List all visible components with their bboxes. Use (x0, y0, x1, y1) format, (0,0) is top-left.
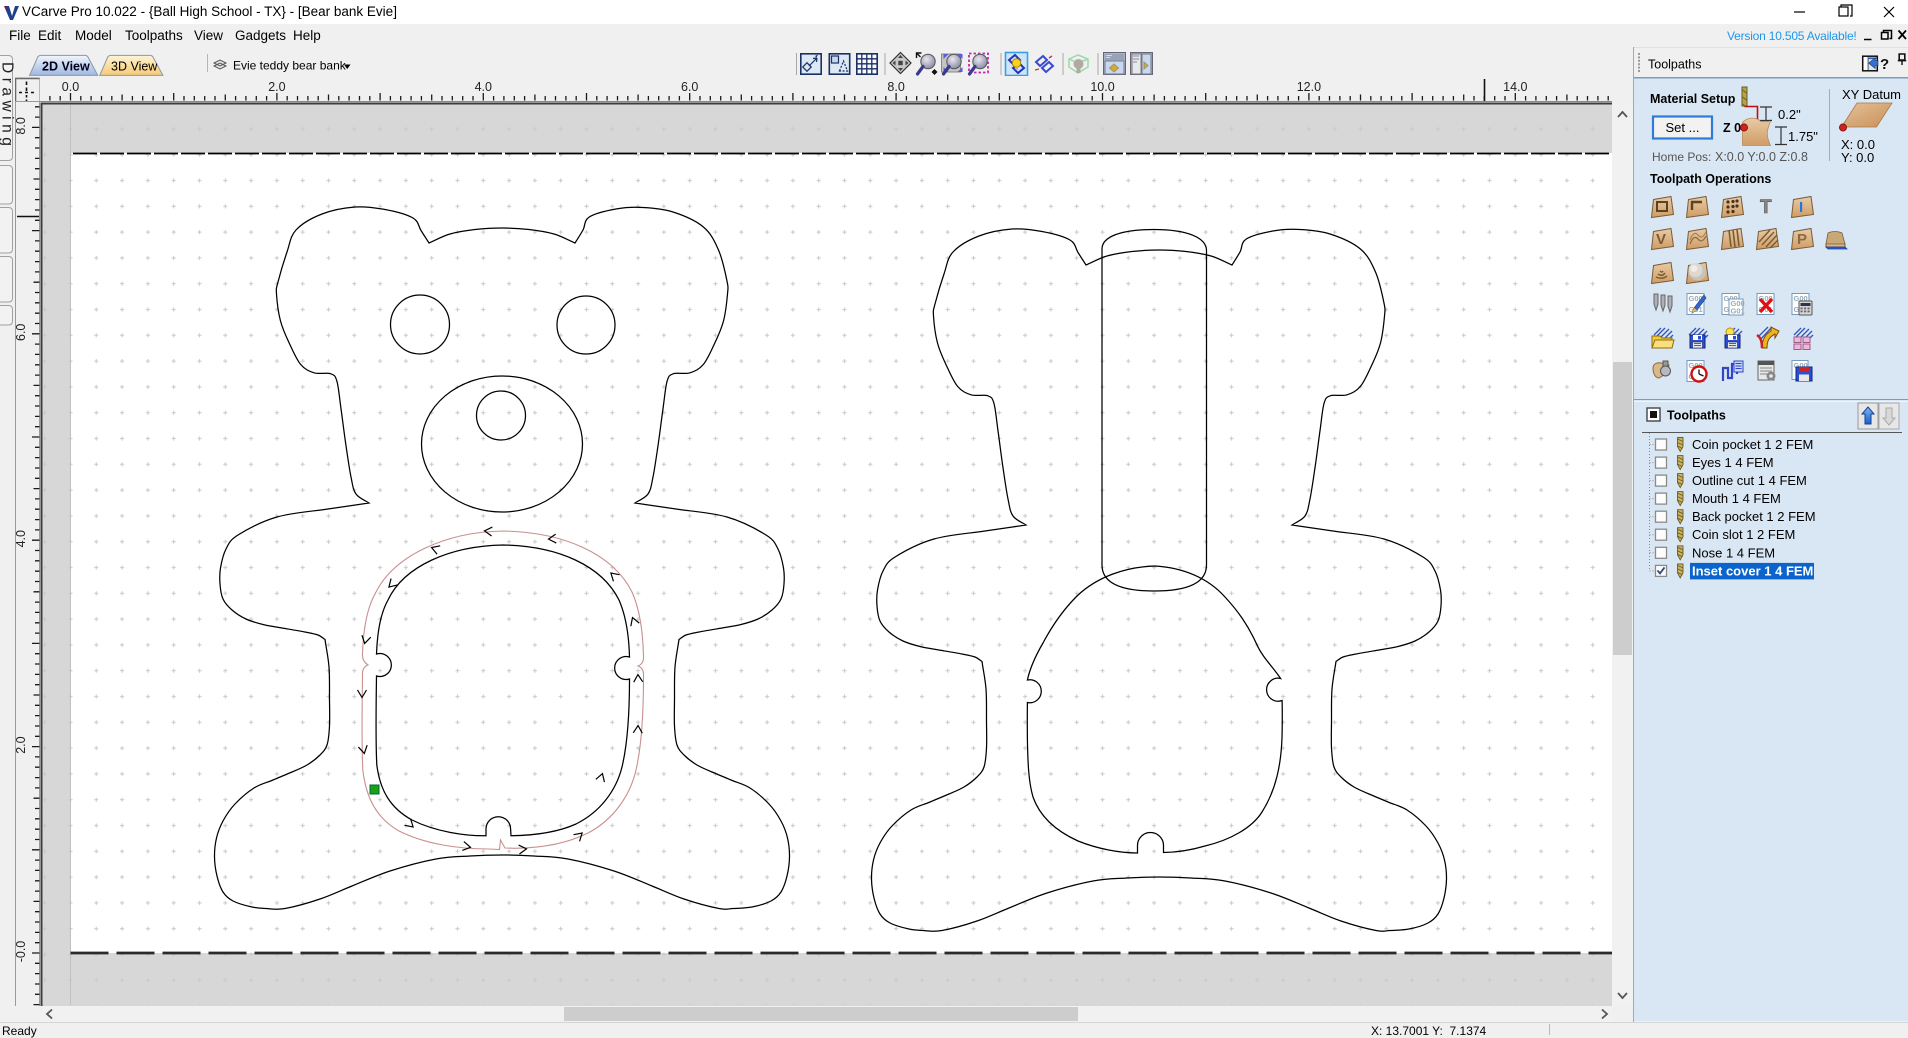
svg-text:8.0: 8.0 (887, 80, 904, 94)
svg-text:4.0: 4.0 (475, 80, 492, 94)
svg-text:P: P (1797, 231, 1807, 248)
svg-text:1.75": 1.75" (1788, 129, 1818, 144)
svg-text:Toolpaths: Toolpaths (1667, 409, 1726, 423)
svg-text:6.0: 6.0 (681, 80, 698, 94)
svg-text:0.2": 0.2" (1778, 107, 1801, 122)
svg-text:Material Setup: Material Setup (1650, 92, 1736, 106)
svg-text:I: I (1799, 199, 1803, 216)
svg-text:Eyes 1 4 FEM: Eyes 1 4 FEM (1692, 455, 1774, 470)
svg-text:Inset cover 1 4 FEM: Inset cover 1 4 FEM (1692, 563, 1813, 578)
svg-text:-0.0: -0.0 (15, 941, 28, 963)
svg-text:14.0: 14.0 (1503, 80, 1527, 94)
svg-text:2D View: 2D View (42, 60, 90, 74)
svg-text:Outline cut 1 4 FEM: Outline cut 1 4 FEM (1692, 473, 1807, 488)
svg-text:T: T (1760, 197, 1772, 218)
svg-text:2.0: 2.0 (15, 736, 28, 753)
svg-text:Mouth 1 4 FEM: Mouth 1 4 FEM (1692, 491, 1781, 506)
svg-text:Nose 1 4 FEM: Nose 1 4 FEM (1692, 545, 1775, 560)
svg-text:10.0: 10.0 (1090, 80, 1114, 94)
svg-text:Set ...: Set ... (1666, 120, 1700, 135)
svg-text:Coin pocket 1 2 FEM: Coin pocket 1 2 FEM (1692, 437, 1813, 452)
svg-text:Home Pos:: Home Pos: (1652, 150, 1711, 164)
svg-text:Back pocket 1 2 FEM: Back pocket 1 2 FEM (1692, 509, 1816, 524)
svg-text:XY Datum: XY Datum (1842, 87, 1901, 102)
svg-text:Y: 0.0: Y: 0.0 (1841, 150, 1874, 165)
svg-text:Z 0: Z 0 (1723, 121, 1741, 135)
svg-text:12.0: 12.0 (1297, 80, 1321, 94)
svg-text:X:0.0 Y:0.0 Z:0.8: X:0.0 Y:0.0 Z:0.8 (1715, 150, 1808, 164)
svg-text:?: ? (1880, 56, 1889, 73)
svg-text:8.0: 8.0 (15, 117, 28, 134)
svg-text:Toolpath Operations: Toolpath Operations (1650, 172, 1771, 186)
svg-text:6.0: 6.0 (15, 324, 28, 341)
svg-text:Coin slot 1 2 FEM: Coin slot 1 2 FEM (1692, 527, 1795, 542)
svg-text:Drawing: Drawing (0, 62, 15, 150)
svg-text:2.0: 2.0 (268, 80, 285, 94)
svg-text:3D View: 3D View (111, 60, 158, 74)
svg-text:G01: G01 (1731, 307, 1745, 316)
svg-text:4.0: 4.0 (15, 530, 28, 547)
svg-text:0.0: 0.0 (62, 80, 79, 94)
svg-text:Toolpaths: Toolpaths (1648, 58, 1702, 72)
svg-text:Evie teddy bear bank: Evie teddy bear bank (233, 59, 347, 73)
svg-text:V: V (1656, 231, 1666, 248)
